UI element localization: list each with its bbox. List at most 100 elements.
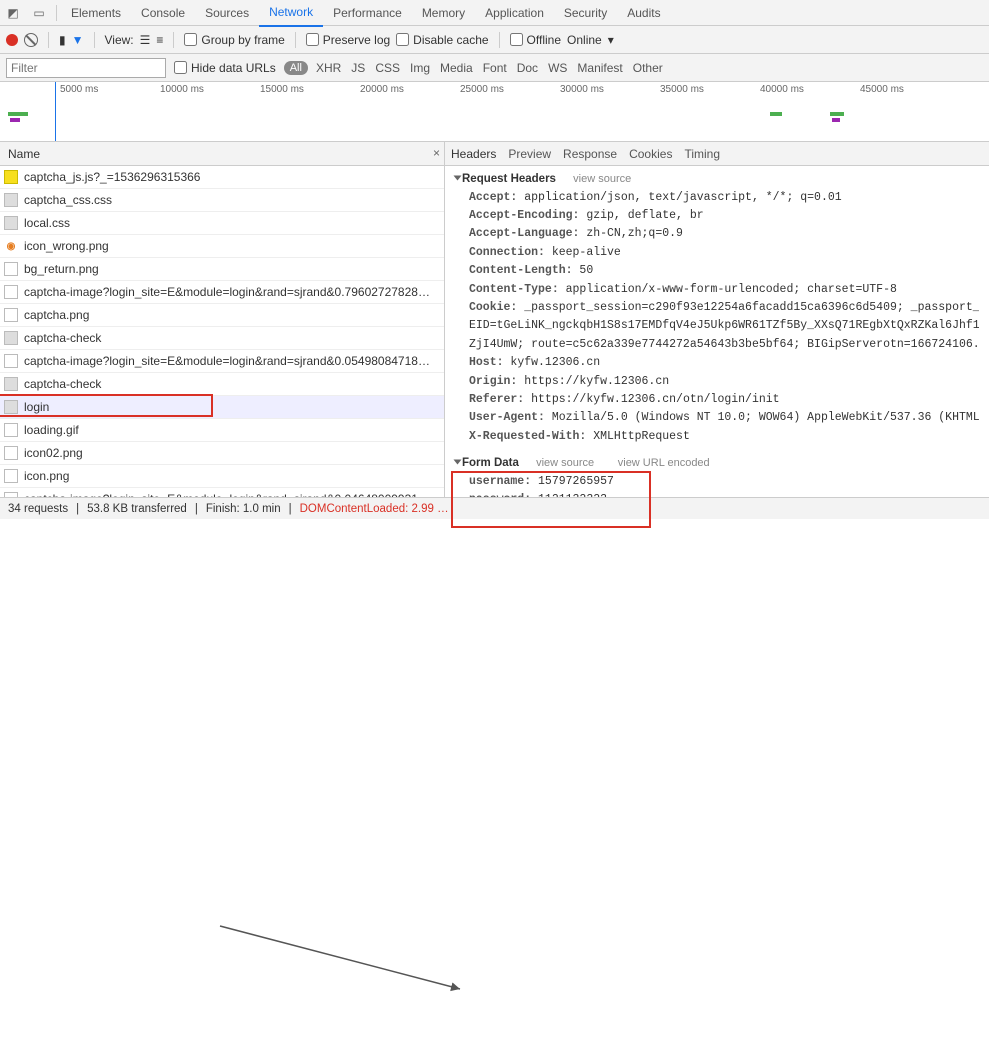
filter-ws[interactable]: WS — [548, 61, 567, 75]
name-column-header[interactable]: Name — [8, 147, 40, 161]
request-name: icon02.png — [24, 446, 83, 460]
request-row[interactable]: loading.gif — [0, 419, 444, 442]
form-row: password: 1121132323 — [455, 491, 979, 497]
tab-console[interactable]: Console — [131, 0, 195, 26]
file-icon — [4, 377, 18, 391]
tab-application[interactable]: Application — [475, 0, 554, 26]
request-row[interactable]: captcha_js.js?_=1536296315366 — [0, 166, 444, 189]
status-transferred: 53.8 KB transferred — [87, 503, 187, 515]
offline-checkbox[interactable]: Offline — [510, 33, 561, 47]
record-button[interactable] — [6, 34, 18, 46]
request-row[interactable]: icon02.png — [0, 442, 444, 465]
header-row: X-Requested-With: XMLHttpRequest — [455, 428, 979, 446]
filter-input[interactable] — [6, 58, 166, 78]
file-icon — [4, 400, 18, 414]
request-row[interactable]: captcha-image?login_site=E&module=login&… — [0, 281, 444, 304]
file-icon — [4, 193, 18, 207]
view-small-icon[interactable]: ≡ — [156, 33, 163, 47]
header-row: User-Agent: Mozilla/5.0 (Windows NT 10.0… — [455, 409, 979, 427]
view-url-encoded-link[interactable]: view URL encoded — [618, 457, 710, 469]
timeline[interactable]: 5000 ms10000 ms15000 ms20000 ms25000 ms3… — [0, 82, 989, 142]
request-row[interactable]: captcha-image?login_site=E&module=login&… — [0, 488, 444, 497]
hide-data-urls-checkbox[interactable]: Hide data URLs — [174, 61, 276, 75]
clear-button[interactable] — [24, 33, 38, 47]
detail-tab-timing[interactable]: Timing — [684, 147, 720, 161]
header-row: Content-Type: application/x-www-form-url… — [455, 281, 979, 299]
tab-security[interactable]: Security — [554, 0, 617, 26]
filter-all[interactable]: All — [284, 61, 308, 75]
request-name: captcha-image?login_site=E&module=login&… — [24, 354, 430, 368]
file-icon — [4, 308, 18, 322]
tab-audits[interactable]: Audits — [617, 0, 670, 26]
detail-tab-response[interactable]: Response — [563, 147, 617, 161]
request-row[interactable]: bg_return.png — [0, 258, 444, 281]
tab-sources[interactable]: Sources — [195, 0, 259, 26]
status-finish: Finish: 1.0 min — [206, 503, 281, 515]
dropdown-icon[interactable]: ▾ — [608, 33, 614, 47]
file-icon — [4, 492, 18, 497]
filter-font[interactable]: Font — [483, 61, 507, 75]
header-row: Origin: https://kyfw.12306.cn — [455, 373, 979, 391]
device-icon[interactable]: ▭ — [26, 0, 52, 26]
filter-icon[interactable]: ▼ — [72, 33, 84, 47]
filter-other[interactable]: Other — [633, 61, 663, 75]
group-by-frame-checkbox[interactable]: Group by frame — [184, 33, 284, 47]
tab-memory[interactable]: Memory — [412, 0, 475, 26]
file-icon — [4, 285, 18, 299]
filter-manifest[interactable]: Manifest — [577, 61, 622, 75]
inspect-icon[interactable]: ◩ — [0, 0, 26, 26]
view-large-icon[interactable]: ☰ — [140, 33, 151, 47]
request-row[interactable]: captcha.png — [0, 304, 444, 327]
request-headers-section[interactable]: Request Headers — [462, 173, 556, 185]
camera-icon[interactable]: ▮ — [59, 33, 66, 47]
request-row[interactable]: login — [0, 396, 444, 419]
request-name: captcha-image?login_site=E&module=login&… — [24, 492, 430, 497]
filter-img[interactable]: Img — [410, 61, 430, 75]
header-row: Content-Length: 50 — [455, 262, 979, 280]
header-row: Accept: application/json, text/javascrip… — [455, 189, 979, 207]
form-row: username: 15797265957 — [455, 473, 979, 491]
request-name: local.css — [24, 216, 70, 230]
form-data-section[interactable]: Form Data — [462, 457, 519, 469]
filter-xhr[interactable]: XHR — [316, 61, 341, 75]
file-icon — [4, 331, 18, 345]
request-name: captcha-image?login_site=E&module=login&… — [24, 285, 430, 299]
filter-media[interactable]: Media — [440, 61, 473, 75]
request-row[interactable]: captcha_css.css — [0, 189, 444, 212]
view-source-link[interactable]: view source — [536, 457, 594, 469]
request-name: captcha.png — [24, 308, 89, 322]
file-icon — [4, 216, 18, 230]
disable-cache-checkbox[interactable]: Disable cache — [396, 33, 488, 47]
header-row: Accept-Language: zh-CN,zh;q=0.9 — [455, 225, 979, 243]
header-row: Cookie: _passport_session=c290f93e12254a… — [455, 299, 979, 317]
throttle-select[interactable]: Online — [567, 33, 602, 47]
close-icon[interactable]: × — [433, 146, 440, 160]
file-icon — [4, 170, 18, 184]
header-row: EID=tGeLiNK_ngckqbH1S8s17EMDfqV4eJ5Ukp6W… — [455, 317, 979, 335]
detail-tab-preview[interactable]: Preview — [508, 147, 551, 161]
view-source-link[interactable]: view source — [573, 173, 631, 185]
request-name: icon.png — [24, 469, 69, 483]
request-name: bg_return.png — [24, 262, 99, 276]
request-row[interactable]: captcha-check — [0, 373, 444, 396]
request-name: icon_wrong.png — [24, 239, 109, 253]
request-row[interactable]: ◉ icon_wrong.png — [0, 235, 444, 258]
filter-js[interactable]: JS — [351, 61, 365, 75]
status-requests: 34 requests — [8, 503, 68, 515]
tab-elements[interactable]: Elements — [61, 0, 131, 26]
status-domcontentloaded: DOMContentLoaded: 2.99 … — [300, 503, 449, 515]
request-row[interactable]: captcha-check — [0, 327, 444, 350]
header-row: Host: kyfw.12306.cn — [455, 354, 979, 372]
tab-performance[interactable]: Performance — [323, 0, 412, 26]
request-row[interactable]: captcha-image?login_site=E&module=login&… — [0, 350, 444, 373]
request-name: login — [24, 400, 49, 414]
preserve-log-checkbox[interactable]: Preserve log — [306, 33, 390, 47]
tab-network[interactable]: Network — [259, 0, 323, 27]
detail-tab-headers[interactable]: Headers — [451, 147, 496, 161]
filter-css[interactable]: CSS — [375, 61, 400, 75]
filter-doc[interactable]: Doc — [517, 61, 538, 75]
request-row[interactable]: icon.png — [0, 465, 444, 488]
detail-tab-cookies[interactable]: Cookies — [629, 147, 672, 161]
file-icon: ◉ — [4, 239, 18, 253]
request-row[interactable]: local.css — [0, 212, 444, 235]
